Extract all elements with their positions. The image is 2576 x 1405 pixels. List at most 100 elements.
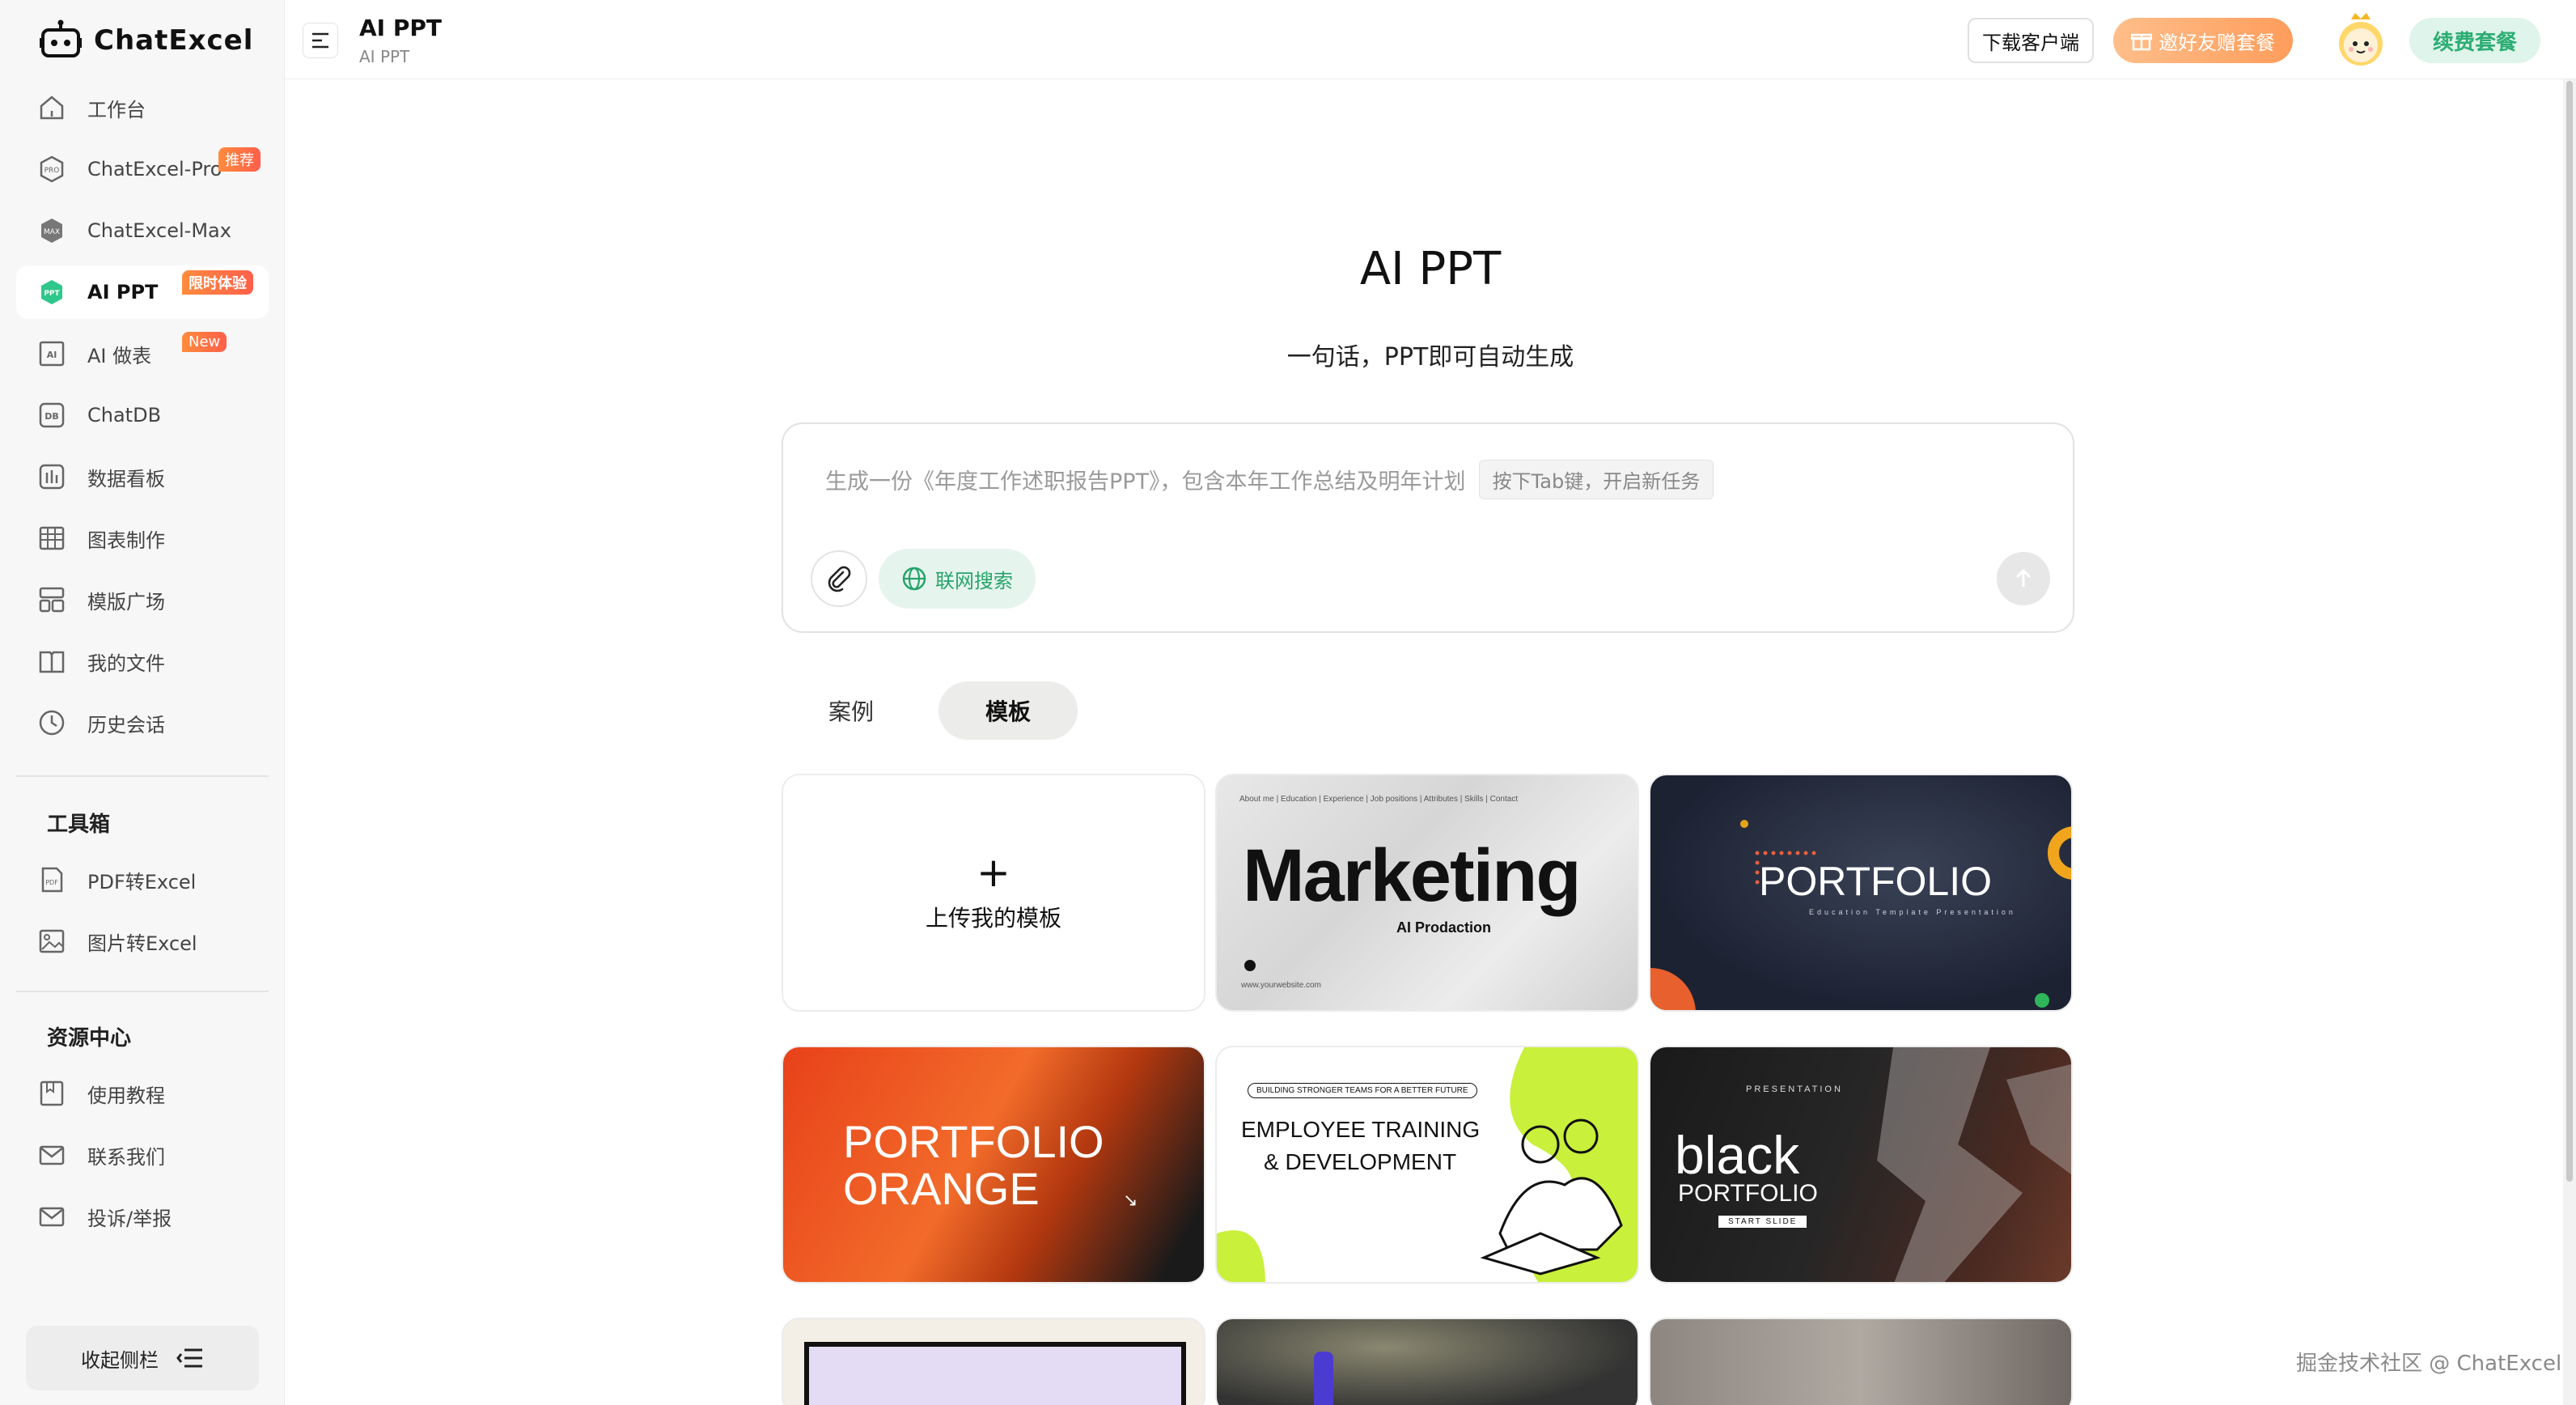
sidebar-item-tutorial[interactable]: 使用教程 [16,1067,269,1120]
dashboard-icon [39,464,65,490]
breadcrumb: AI PPT [359,47,410,66]
sidebar-item-report[interactable]: 投诉/举报 [16,1190,269,1243]
template-card-black-portfolio[interactable]: PRESENTATION black PORTFOLIO START SLIDE [1649,1046,2073,1284]
sidebar-item-chatexcel-pro[interactable]: PRO ChatExcel-Pro 推荐 [16,142,269,196]
template-card-partial[interactable] [782,1318,1205,1405]
chart-icon [39,526,65,550]
sidebar-item-chatdb[interactable]: DB ChatDB [16,388,269,442]
template-card-marketing[interactable]: About me | Education | Experience | Job … [1215,774,1639,1012]
brand-logo[interactable]: ChatExcel [39,15,253,66]
svg-text:MAX: MAX [44,228,60,236]
plus-icon: + [977,849,1010,896]
sidebar-item-contact[interactable]: 联系我们 [16,1128,269,1182]
ai-table-icon: AI [39,341,65,367]
resources-title: 资源中心 [47,1026,132,1051]
sidebar-item-label: PDF转Excel [87,870,197,894]
template-title-line2: PORTFOLIO [1678,1180,1818,1207]
template-topline: About me | Education | Experience | Job … [1239,795,1519,804]
template-title: PORTFOLIO [1759,859,1993,904]
sidebar-item-label: AI PPT [87,281,159,303]
robot-logo-icon [40,19,82,57]
invite-friends-button[interactable]: 邀好友赠套餐 [2113,18,2293,63]
upload-template-card[interactable]: + 上传我的模板 [782,774,1205,1012]
pro-icon: PRO [40,155,64,183]
scrollbar-thumb[interactable] [2566,81,2573,1182]
svg-text:PRO: PRO [44,167,60,175]
tab-key-hint: 按下Tab键，开启新任务 [1478,460,1714,499]
image-icon [39,929,65,953]
template-card-portfolio[interactable]: PORTFOLIO Education Template Presentatio… [1649,774,2073,1012]
template-card-partial[interactable] [1215,1318,1639,1405]
template-title: Marketing [1243,834,1582,917]
sidebar-item-label: 我的文件 [87,652,165,675]
sidebar-item-chatexcel-max[interactable]: MAX ChatExcel-Max [16,204,269,257]
sidebar-item-label: AI 做表 [87,344,152,367]
svg-text:PPT: PPT [44,290,60,298]
collapse-menu-icon [176,1348,202,1368]
sidebar-item-label: 数据看板 [87,467,165,490]
attach-file-button[interactable] [811,550,867,607]
toolbox-title: 工具箱 [47,813,111,837]
sidebar-item-image-to-excel[interactable]: 图片转Excel [16,915,269,968]
sidebar-item-my-files[interactable]: 我的文件 [16,635,269,688]
sidebar-item-label: 模版广场 [87,590,165,613]
collapse-sidebar-button[interactable]: 收起侧栏 [26,1326,259,1390]
template-tagline: BUILDING STRONGER TEAMS FOR A BETTER FUT… [1248,1083,1477,1098]
send-button[interactable] [1997,552,2050,605]
template-tagline: PRESENTATION [1746,1085,1843,1094]
collapse-sidebar-label: 收起侧栏 [81,1348,159,1372]
sidebar-item-ai-ppt[interactable]: PPT AI PPT 限时体验 [16,265,269,319]
sidebar-item-template-square[interactable]: 模版广场 [16,573,269,626]
mail-icon [39,1207,65,1227]
sidebar-item-dashboard[interactable]: 数据看板 [16,450,269,503]
arrow-up-icon [2015,568,2032,587]
renew-plan-button[interactable]: 续费套餐 [2409,18,2540,63]
svg-text:AI: AI [47,350,57,360]
watermark: 掘金技术社区 @ ChatExcel [2296,1352,2562,1376]
sidebar-item-history[interactable]: 历史会话 [16,696,269,749]
sidebar-item-ai-table[interactable]: AI AI 做表 New [16,327,269,380]
user-avatar[interactable] [2333,11,2388,68]
web-search-toggle[interactable]: 联网搜索 [879,549,1036,609]
bullet-dot [1244,960,1256,971]
sidebar-item-label: 使用教程 [87,1084,165,1107]
sidebar-item-label: 投诉/举报 [87,1207,172,1230]
decorative-figure [1314,1352,1333,1405]
sidebar-item-label: 联系我们 [87,1145,165,1169]
toolbox-list: PDF PDF转Excel 图片转Excel [16,853,269,976]
decorative-frame [804,1342,1186,1405]
sidebar-nav: 工作台 PRO ChatExcel-Pro 推荐 MAX ChatExcel-M… [16,81,269,758]
template-subtitle: AI Prodaction [1396,919,1492,936]
folder-icon [39,651,65,673]
template-title-line1: EMPLOYEE TRAINING [1241,1117,1481,1142]
template-card-portfolio-orange[interactable]: PORTFOLIO ORANGE ↘ [782,1046,1205,1284]
home-icon [40,96,64,120]
sidebar: ChatExcel 工作台 PRO ChatExcel-Pro 推荐 MAX C… [0,0,285,1405]
arrow-icon: ↘ [1123,1190,1138,1210]
upload-template-label: 上传我的模板 [925,905,1061,932]
prompt-placeholder: 生成一份《年度工作述职报告PPT》，包含本年工作总结及明年计划 [825,469,1466,495]
mail-icon [39,1145,65,1165]
sidebar-item-workbench[interactable]: 工作台 [16,81,269,134]
max-icon: MAX [41,219,62,243]
limited-trial-badge: 限时体验 [182,270,253,295]
sidebar-divider [16,775,269,777]
top-header: AI PPT AI PPT 下载客户端 邀好友赠套餐 续费套餐 [285,0,2576,79]
tab-templates[interactable]: 模板 [938,681,1078,740]
sidebar-item-label: 图片转Excel [87,932,197,955]
sidebar-item-chart-maker[interactable]: 图表制作 [16,511,269,565]
template-title-line1: PORTFOLIO [843,1116,1104,1167]
page-title: AI PPT [359,15,442,41]
hero-title: AI PPT [1359,243,1502,295]
ppt-icon: PPT [41,280,62,304]
brand-name: ChatExcel [94,24,254,57]
template-card-partial[interactable] [1649,1318,2073,1405]
menu-toggle-button[interactable] [303,23,338,58]
prompt-input[interactable]: 生成一份《年度工作述职报告PPT》，包含本年工作总结及明年计划 按下Tab键，开… [825,460,1714,499]
tab-cases[interactable]: 案例 [782,681,922,740]
recommend-badge: 推荐 [218,147,261,172]
clock-icon [39,710,65,736]
sidebar-item-pdf-to-excel[interactable]: PDF PDF转Excel [16,853,269,906]
template-card-employee-training[interactable]: BUILDING STRONGER TEAMS FOR A BETTER FUT… [1215,1046,1639,1284]
download-client-button[interactable]: 下载客户端 [1968,18,2094,63]
